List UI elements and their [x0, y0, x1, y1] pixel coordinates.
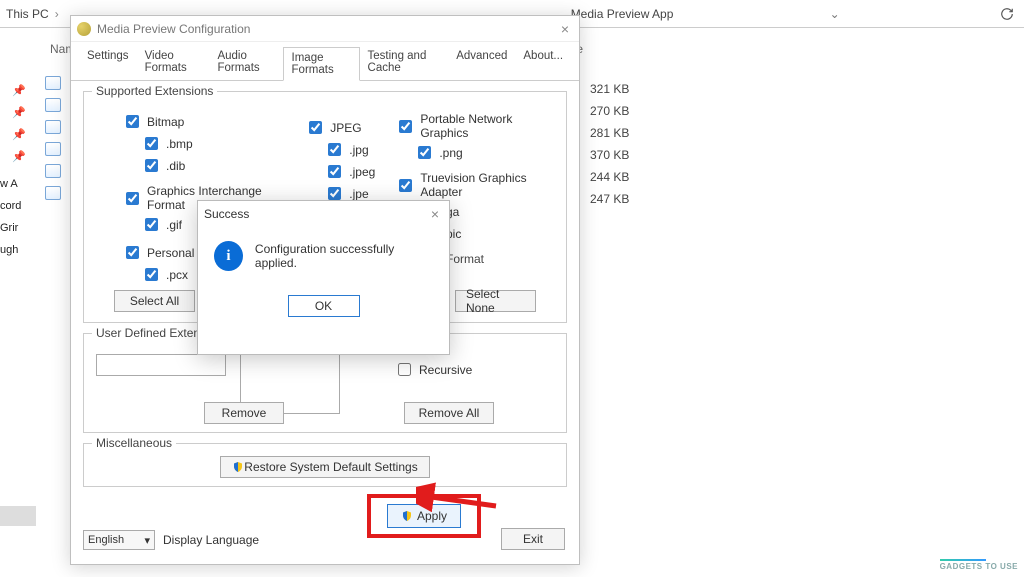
ok-button[interactable]: OK — [288, 295, 360, 317]
dialog-title: Success — [204, 207, 249, 221]
exit-button[interactable]: Exit — [501, 528, 565, 550]
pin-icon: 📌 — [12, 128, 26, 141]
app-icon — [77, 22, 91, 36]
restore-defaults-button[interactable]: Restore System Default Settings — [220, 456, 430, 478]
select-all-button[interactable]: Select All — [114, 290, 195, 312]
dialog-title: Media Preview Configuration — [97, 22, 250, 36]
checkbox-bitmap[interactable]: Bitmap — [122, 112, 285, 131]
sidebar-item[interactable]: ugh — [0, 244, 18, 256]
chevron-down-icon: ▾ — [144, 534, 150, 547]
image-file-icon[interactable] — [45, 120, 61, 134]
image-file-icon[interactable] — [45, 186, 61, 200]
group-legend: Miscellaneous — [92, 436, 176, 450]
tab-advanced[interactable]: Advanced — [448, 46, 515, 80]
shield-icon — [232, 461, 244, 473]
tab-video-formats[interactable]: Video Formats — [137, 46, 210, 80]
sidebar-item[interactable]: w A — [0, 178, 18, 190]
success-dialog: Success × i Configuration successfully a… — [197, 200, 450, 355]
group-legend: User Defined Exten — [92, 326, 204, 340]
breadcrumb-item[interactable]: This PC — [6, 7, 49, 21]
chevron-down-icon[interactable]: ⌄ — [830, 7, 840, 21]
breadcrumb-item[interactable]: Media Preview App — [571, 7, 674, 21]
file-size: 270 KB — [590, 100, 629, 122]
checkbox-bmp[interactable]: .bmp — [122, 134, 285, 153]
checkbox-jpg[interactable]: .jpg — [305, 140, 375, 159]
sidebar-item[interactable]: Grir — [0, 222, 18, 234]
language-label: Display Language — [163, 533, 259, 547]
tab-strip: Settings Video Formats Audio Formats Ima… — [71, 42, 579, 81]
extension-input[interactable] — [96, 354, 226, 376]
image-file-icon[interactable] — [45, 76, 61, 90]
tab-image-formats[interactable]: Image Formats — [283, 47, 360, 81]
image-file-icon[interactable] — [45, 164, 61, 178]
explorer-sidebar: 📌 📌 📌 📌 w A cord Grir ugh — [0, 28, 40, 548]
checkbox-tga-group[interactable]: Truevision Graphics Adapter — [395, 171, 554, 199]
selection-highlight — [0, 506, 36, 526]
tab-settings[interactable]: Settings — [79, 46, 137, 80]
tab-audio-formats[interactable]: Audio Formats — [209, 46, 282, 80]
file-icon-column — [45, 76, 61, 208]
tab-about[interactable]: About... — [515, 46, 571, 80]
checkbox-png[interactable]: .png — [395, 143, 554, 162]
remove-button[interactable]: Remove — [204, 402, 284, 424]
image-file-icon[interactable] — [45, 142, 61, 156]
watermark: GADGETS TO USE — [940, 559, 1018, 571]
file-size: 321 KB — [590, 78, 629, 100]
info-icon: i — [214, 241, 243, 271]
refresh-button[interactable] — [996, 4, 1018, 24]
select-none-button[interactable]: Select None — [455, 290, 536, 312]
file-size: 281 KB — [590, 122, 629, 144]
apply-button[interactable]: Apply — [387, 504, 461, 528]
remove-all-button[interactable]: Remove All — [404, 402, 494, 424]
file-size-column: 321 KB 270 KB 281 KB 370 KB 244 KB 247 K… — [590, 78, 629, 210]
group-legend: Supported Extensions — [92, 84, 217, 98]
file-size: 370 KB — [590, 144, 629, 166]
checkbox-jpeg[interactable]: .jpeg — [305, 162, 375, 181]
close-button[interactable]: × — [427, 206, 443, 222]
checkbox-recursive[interactable]: Recursive — [394, 360, 472, 379]
file-size: 247 KB — [590, 188, 629, 210]
shield-icon — [401, 510, 413, 522]
pin-icon: 📌 — [12, 150, 26, 163]
file-size: 244 KB — [590, 166, 629, 188]
language-select[interactable]: English ▾ — [83, 530, 155, 550]
sidebar-item[interactable]: cord — [0, 200, 21, 212]
tab-testing-cache[interactable]: Testing and Cache — [360, 46, 449, 80]
dialog-message: Configuration successfully applied. — [255, 242, 433, 270]
checkbox-jpeg-group[interactable]: JPEG — [305, 118, 375, 137]
pin-icon: 📌 — [12, 84, 26, 97]
image-file-icon[interactable] — [45, 98, 61, 112]
group-miscellaneous: Miscellaneous Restore System Default Set… — [83, 443, 567, 487]
language-row: English ▾ Display Language — [83, 530, 259, 550]
dialog-titlebar[interactable]: Success × — [198, 201, 449, 227]
chevron-right-icon: › — [55, 7, 59, 21]
dialog-titlebar[interactable]: Media Preview Configuration × — [71, 16, 579, 42]
checkbox-png-group[interactable]: Portable Network Graphics — [395, 112, 554, 140]
pin-icon: 📌 — [12, 106, 26, 119]
checkbox-dib[interactable]: .dib — [122, 156, 285, 175]
close-button[interactable]: × — [557, 21, 573, 37]
